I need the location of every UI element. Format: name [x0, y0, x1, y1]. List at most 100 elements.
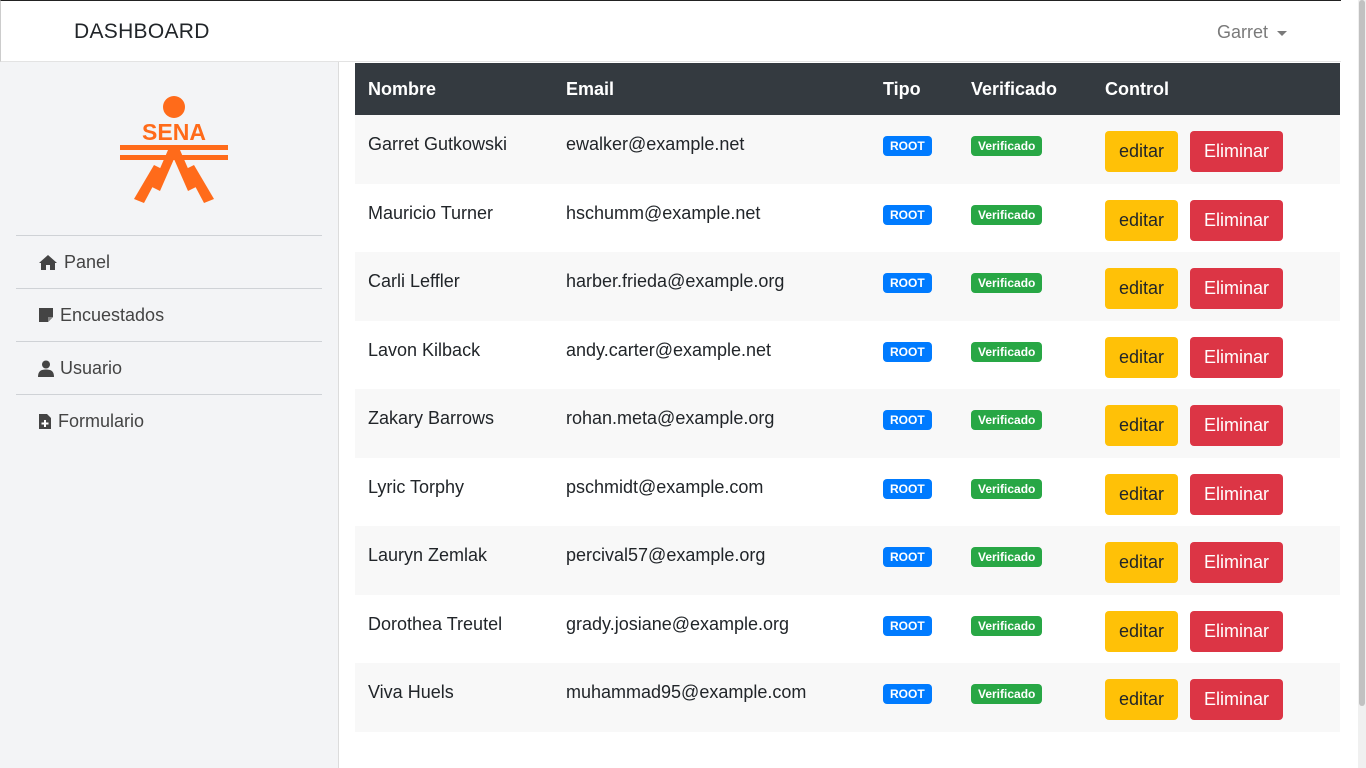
- cell-nombre: Garret Gutkowski: [368, 134, 508, 154]
- cell-verificado: Verificado: [958, 321, 1092, 390]
- tipo-badge: ROOT: [883, 684, 932, 704]
- column-header-tipo: Tipo: [883, 78, 921, 99]
- sidebar-item-panel[interactable]: Panel: [16, 235, 322, 288]
- sidebar-item-encuestados[interactable]: Encuestados: [16, 288, 322, 341]
- cell-email: pschmidt@example.com: [566, 476, 764, 497]
- cell-email: percival57@example.org: [566, 545, 766, 565]
- table-row: Lavon Kilback andy.carter@example.net RO…: [355, 320, 1340, 390]
- tipo-badge: ROOT: [883, 547, 932, 567]
- cell-tipo: ROOT: [870, 321, 958, 390]
- cell-verificado: Verificado: [958, 458, 1092, 527]
- delete-button[interactable]: Eliminar: [1190, 610, 1283, 652]
- delete-button[interactable]: Eliminar: [1190, 473, 1283, 515]
- edit-button[interactable]: editar: [1105, 131, 1178, 172]
- delete-button[interactable]: Eliminar: [1190, 131, 1283, 172]
- cell-tipo: ROOT: [870, 595, 958, 664]
- cell-nombre: Zakary Barrows: [368, 408, 495, 428]
- delete-button[interactable]: Eliminar: [1190, 199, 1283, 241]
- brand-title[interactable]: DASHBOARD: [74, 20, 210, 44]
- cell-control: editar Eliminar: [1092, 252, 1340, 321]
- table-row: Carli Leffler harber.frieda@example.org …: [355, 252, 1340, 321]
- user-dropdown[interactable]: Garret: [1217, 22, 1287, 43]
- cell-control: editar Eliminar: [1092, 115, 1340, 184]
- edit-button[interactable]: editar: [1105, 542, 1178, 583]
- verified-badge: Verificado: [971, 410, 1043, 430]
- edit-button[interactable]: editar: [1105, 610, 1178, 652]
- cell-tipo: ROOT: [870, 115, 958, 184]
- tipo-badge: ROOT: [883, 136, 932, 156]
- delete-button[interactable]: Eliminar: [1190, 542, 1283, 583]
- tipo-badge: ROOT: [883, 273, 932, 293]
- cell-tipo: ROOT: [870, 526, 958, 595]
- cell-verificado: Verificado: [958, 252, 1092, 321]
- tipo-badge: ROOT: [883, 478, 932, 499]
- cell-tipo: ROOT: [870, 663, 958, 732]
- cell-nombre: Lavon Kilback: [368, 339, 481, 360]
- cell-verificado: Verificado: [958, 115, 1092, 184]
- cell-tipo: ROOT: [870, 458, 958, 527]
- sidebar: SENA Panel Encuestados Usuario Formulari…: [0, 62, 339, 768]
- edit-button[interactable]: editar: [1105, 268, 1178, 309]
- sidebar-item-usuario[interactable]: Usuario: [16, 341, 322, 394]
- cell-verificado: Verificado: [958, 389, 1092, 458]
- user-icon: [38, 360, 54, 377]
- column-header-verificado: Verificado: [971, 78, 1058, 99]
- delete-button[interactable]: Eliminar: [1190, 679, 1283, 720]
- scrollbar-thumb[interactable]: [1359, 0, 1365, 706]
- cell-tipo: ROOT: [870, 252, 958, 321]
- cell-email: harber.frieda@example.org: [566, 271, 785, 291]
- tipo-badge: ROOT: [883, 615, 932, 636]
- cell-tipo: ROOT: [870, 389, 958, 458]
- edit-button[interactable]: editar: [1105, 405, 1178, 446]
- edit-button[interactable]: editar: [1105, 473, 1178, 515]
- cell-verificado: Verificado: [958, 663, 1092, 732]
- cell-nombre: Carli Leffler: [368, 271, 460, 291]
- verified-badge: Verificado: [971, 684, 1043, 704]
- sidebar-item-formulario[interactable]: Formulario: [16, 394, 322, 447]
- tipo-badge: ROOT: [883, 341, 932, 362]
- delete-button[interactable]: Eliminar: [1190, 336, 1283, 378]
- cell-control: editar Eliminar: [1092, 389, 1340, 458]
- verified-badge: Verificado: [971, 204, 1043, 225]
- column-header-control: Control: [1105, 78, 1169, 99]
- cell-verificado: Verificado: [958, 184, 1092, 253]
- table-row: Mauricio Turner hschumm@example.net ROOT…: [355, 183, 1340, 253]
- sticky-note-icon: [39, 308, 53, 322]
- cell-nombre: Dorothea Treutel: [368, 613, 503, 634]
- sidebar-item-label: Panel: [64, 251, 111, 272]
- cell-control: editar Eliminar: [1092, 184, 1340, 253]
- edit-button[interactable]: editar: [1105, 199, 1178, 241]
- edit-button[interactable]: editar: [1105, 336, 1178, 378]
- caret-down-icon: [1277, 30, 1287, 36]
- table-row: Garret Gutkowski ewalker@example.net ROO…: [355, 115, 1340, 184]
- file-plus-icon: [39, 413, 51, 429]
- edit-button[interactable]: editar: [1105, 679, 1178, 720]
- users-table-container: Nombre Email Tipo Verificado Control Gar…: [355, 63, 1340, 732]
- users-table: Nombre Email Tipo Verificado Control Gar…: [355, 63, 1340, 732]
- delete-button[interactable]: Eliminar: [1190, 405, 1283, 446]
- sidebar-item-label: Encuestados: [60, 304, 165, 325]
- page-scrollbar[interactable]: [1358, 0, 1366, 768]
- verified-badge: Verificado: [971, 478, 1043, 499]
- cell-nombre: Lauryn Zemlak: [368, 545, 488, 565]
- tipo-badge: ROOT: [883, 410, 932, 430]
- cell-email: andy.carter@example.net: [566, 339, 772, 360]
- cell-email: hschumm@example.net: [566, 202, 761, 223]
- table-row: Lauryn Zemlak percival57@example.org ROO…: [355, 526, 1340, 595]
- verified-badge: Verificado: [971, 547, 1043, 567]
- table-header-row: Nombre Email Tipo Verificado Control: [355, 63, 1340, 115]
- top-navbar: DASHBOARD Garret: [0, 0, 1341, 62]
- cell-nombre: Lyric Torphy: [368, 476, 465, 497]
- sidebar-item-label: Formulario: [58, 410, 145, 431]
- cell-nombre: Viva Huels: [368, 682, 454, 702]
- cell-control: editar Eliminar: [1092, 663, 1340, 732]
- sidebar-nav: Panel Encuestados Usuario Formulario: [16, 235, 322, 447]
- cell-control: editar Eliminar: [1092, 526, 1340, 595]
- cell-control: editar Eliminar: [1092, 595, 1340, 664]
- verified-badge: Verificado: [971, 136, 1043, 156]
- sena-logo: SENA: [120, 96, 228, 203]
- delete-button[interactable]: Eliminar: [1190, 268, 1283, 309]
- verified-badge: Verificado: [971, 273, 1043, 293]
- column-header-email: Email: [566, 78, 615, 99]
- cell-nombre: Mauricio Turner: [368, 202, 494, 223]
